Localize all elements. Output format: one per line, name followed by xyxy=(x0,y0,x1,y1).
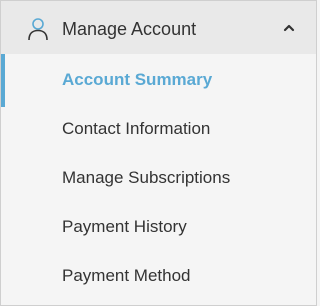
submenu: Account Summary Contact Information Mana… xyxy=(1,54,316,299)
chevron-up-icon[interactable] xyxy=(282,23,296,33)
menu-item-label: Manage Subscriptions xyxy=(62,168,231,187)
menu-item-payment-history[interactable]: Payment History xyxy=(1,201,316,250)
menu-item-account-summary[interactable]: Account Summary xyxy=(1,54,316,107)
menu-item-label: Account Summary xyxy=(62,70,213,89)
menu-item-label: Payment History xyxy=(62,217,187,236)
account-menu-panel: Manage Account Account Summary Contact I… xyxy=(0,0,317,306)
menu-item-label: Contact Information xyxy=(62,119,211,138)
menu-item-manage-subscriptions[interactable]: Manage Subscriptions xyxy=(1,152,316,201)
active-indicator xyxy=(1,54,5,107)
manage-account-label: Manage Account xyxy=(62,19,197,39)
manage-account-header[interactable]: Manage Account xyxy=(1,1,316,54)
menu-item-label: Payment Method xyxy=(62,266,191,285)
menu-item-contact-information[interactable]: Contact Information xyxy=(1,103,316,152)
menu-item-payment-method[interactable]: Payment Method xyxy=(1,250,316,299)
user-icon xyxy=(28,18,48,41)
